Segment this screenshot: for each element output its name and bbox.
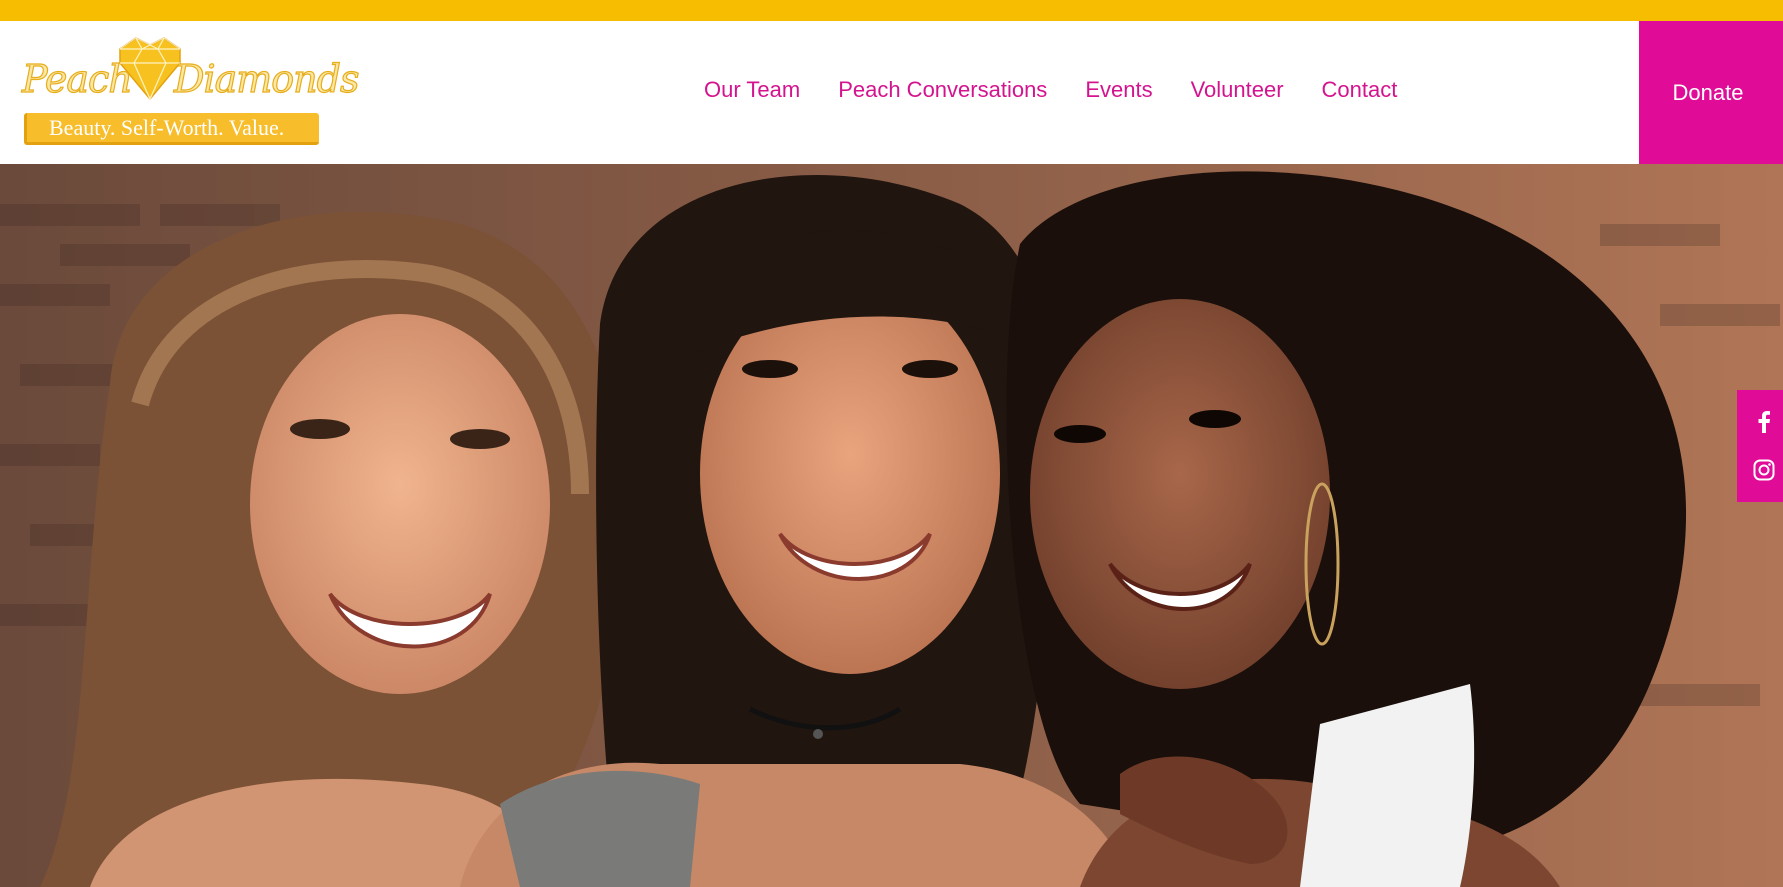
logo-tagline: Beauty. Self-Worth. Value. (24, 113, 319, 145)
social-bar (1737, 390, 1783, 502)
facebook-icon[interactable] (1751, 409, 1777, 435)
main-navigation: Our Team Peach Conversations Events Volu… (704, 75, 1397, 105)
nav-item-volunteer[interactable]: Volunteer (1191, 77, 1284, 103)
nav-item-our-team[interactable]: Our Team (704, 77, 800, 103)
nav-item-events[interactable]: Events (1085, 77, 1152, 103)
hero-image (0, 164, 1783, 887)
logo-text-peach: Peach (21, 56, 133, 101)
nav-item-peach-conversations[interactable]: Peach Conversations (838, 77, 1047, 103)
nav-item-contact[interactable]: Contact (1322, 77, 1398, 103)
logo-text-diamonds: Diamonds (173, 56, 360, 101)
top-accent-bar (0, 0, 1783, 21)
site-header: Peach Diamonds Beauty. Self-Worth. Value… (0, 21, 1783, 164)
site-logo[interactable]: Peach Diamonds Beauty. Self-Worth. Value… (20, 33, 360, 145)
instagram-icon[interactable] (1751, 457, 1777, 483)
hero-photo-three-smiling-women (0, 164, 1783, 887)
donate-button[interactable]: Donate (1639, 21, 1783, 164)
